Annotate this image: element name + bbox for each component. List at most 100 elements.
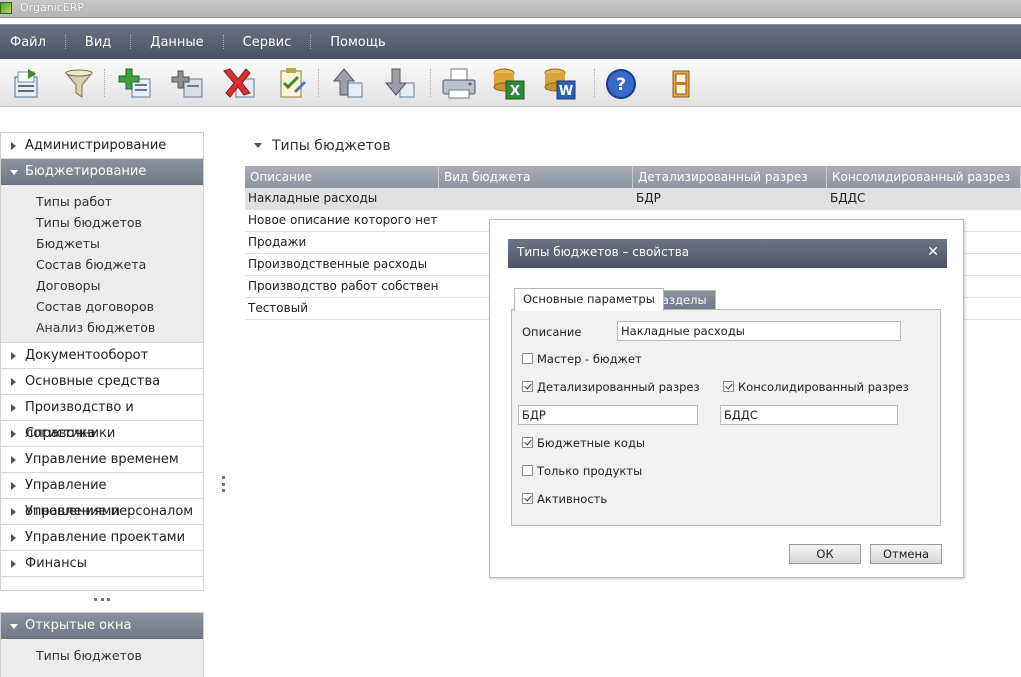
toolbar-separator bbox=[430, 69, 431, 97]
sidebar-section-time-management[interactable]: Управление временем bbox=[1, 447, 203, 473]
close-icon[interactable]: ✕ bbox=[927, 239, 939, 266]
menu-view[interactable]: Вид bbox=[76, 35, 130, 50]
column-header-consolidated-section[interactable]: Консолидированный разрез bbox=[827, 166, 1021, 188]
sidebar-section-production-logistics[interactable]: Производство и логистика bbox=[1, 395, 203, 441]
tab-panel-main-parameters: Описание Накладные расходы Мастер - бюдж… bbox=[511, 309, 941, 526]
column-header-budget-kind[interactable]: Вид бюджета bbox=[439, 166, 633, 188]
svg-text:W: W bbox=[559, 84, 573, 99]
help-icon[interactable]: ? bbox=[602, 65, 640, 103]
sidebar-item-work-types[interactable]: Типы работ bbox=[1, 191, 203, 212]
toolbar-separator bbox=[104, 69, 105, 97]
chevron-right-icon bbox=[11, 534, 16, 542]
consolidated-section-label: Консолидированный разрез bbox=[738, 380, 909, 394]
menu-separator bbox=[310, 35, 312, 49]
chevron-right-icon bbox=[11, 508, 16, 516]
description-label: Описание bbox=[522, 325, 582, 339]
move-up-icon[interactable] bbox=[330, 65, 368, 103]
detailed-section-label: Детализированный разрез bbox=[537, 380, 700, 394]
sidebar-section-document-flow[interactable]: Документооборот bbox=[1, 343, 203, 369]
activity-label: Активность bbox=[537, 492, 608, 506]
menu-separator bbox=[130, 35, 132, 49]
sidebar-section-fixed-assets[interactable]: Основные средства bbox=[1, 369, 203, 395]
detailed-section-checkbox[interactable] bbox=[522, 381, 533, 392]
menu-separator bbox=[222, 35, 224, 49]
sidebar-section-administration[interactable]: Администрирование bbox=[1, 133, 203, 159]
detailed-section-field[interactable]: БДР bbox=[518, 405, 698, 425]
sidebar-item-contracts[interactable]: Договоры bbox=[1, 275, 203, 296]
horizontal-splitter-handle[interactable] bbox=[94, 598, 110, 601]
toolbar-separator bbox=[594, 69, 595, 97]
toolbar: X W ? bbox=[0, 59, 1021, 107]
chevron-right-icon bbox=[11, 560, 16, 568]
sidebar-section-finance[interactable]: Финансы bbox=[1, 551, 203, 577]
products-only-label: Только продукты bbox=[537, 464, 643, 478]
toolbar-separator bbox=[318, 69, 319, 97]
add-icon[interactable] bbox=[116, 65, 154, 103]
edit-icon[interactable] bbox=[272, 65, 310, 103]
menu-data[interactable]: Данные bbox=[141, 35, 222, 50]
export-excel-icon[interactable]: X bbox=[490, 65, 528, 103]
open-windows-panel: Открытые окна Типы бюджетов bbox=[0, 612, 204, 677]
print-icon[interactable] bbox=[440, 65, 478, 103]
budget-codes-checkbox[interactable] bbox=[522, 437, 533, 448]
ok-button[interactable]: ОК bbox=[789, 544, 861, 564]
description-field[interactable]: Накладные расходы bbox=[617, 321, 901, 341]
svg-text:?: ? bbox=[616, 75, 626, 95]
sidebar-item-budgets[interactable]: Бюджеты bbox=[1, 233, 203, 254]
master-budget-checkbox[interactable] bbox=[522, 353, 533, 364]
chevron-down-icon bbox=[10, 170, 18, 175]
window-title: OrganicERP bbox=[20, 1, 85, 14]
vertical-splitter-handle[interactable] bbox=[222, 476, 225, 492]
column-header-description[interactable]: Описание bbox=[245, 166, 439, 188]
page-title[interactable]: Типы бюджетов bbox=[254, 138, 391, 154]
sidebar-section-personnel-management[interactable]: Управление персоналом bbox=[1, 499, 203, 525]
table-row[interactable]: Накладные расходы БДР БДДС bbox=[245, 188, 1021, 210]
tab-main-parameters[interactable]: Основные параметры bbox=[514, 288, 664, 311]
chevron-right-icon bbox=[11, 404, 16, 412]
chevron-right-icon bbox=[11, 456, 16, 464]
menu-service[interactable]: Сервис bbox=[234, 35, 311, 50]
chevron-right-icon bbox=[11, 378, 16, 386]
open-icon[interactable] bbox=[8, 65, 46, 103]
menu-file[interactable]: Файл bbox=[0, 35, 65, 50]
sidebar-item-contract-composition[interactable]: Состав договоров bbox=[1, 296, 203, 317]
budget-codes-label: Бюджетные коды bbox=[537, 436, 645, 450]
sidebar-item-budget-analysis[interactable]: Анализ бюджетов bbox=[1, 317, 203, 338]
master-budget-label: Мастер - бюджет bbox=[537, 352, 642, 366]
table-header: Описание Вид бюджета Детализированный ра… bbox=[245, 166, 1021, 188]
dialog-title-bar[interactable]: Типы бюджетов – свойства ✕ bbox=[508, 239, 947, 268]
chevron-down-icon bbox=[10, 624, 18, 629]
consolidated-section-field[interactable]: БДДС bbox=[720, 405, 898, 425]
filter-icon[interactable] bbox=[60, 65, 98, 103]
open-windows-header[interactable]: Открытые окна bbox=[1, 613, 203, 639]
collapse-triangle-icon bbox=[254, 143, 262, 148]
menu-bar: Файл Вид Данные Сервис Помощь bbox=[0, 24, 1021, 59]
sidebar-section-budgeting[interactable]: Бюджетирование bbox=[1, 159, 203, 185]
open-window-item-budget-types[interactable]: Типы бюджетов bbox=[1, 645, 203, 666]
app-logo-icon bbox=[0, 2, 12, 14]
chevron-right-icon bbox=[11, 482, 16, 490]
sidebar-item-budget-composition[interactable]: Состав бюджета bbox=[1, 254, 203, 275]
chevron-right-icon bbox=[11, 352, 16, 360]
properties-dialog: Типы бюджетов – свойства ✕ Основные пара… bbox=[489, 219, 964, 578]
activity-checkbox[interactable] bbox=[522, 493, 533, 504]
navigation-sidebar: Администрирование Бюджетирование Типы ра… bbox=[0, 132, 204, 591]
products-only-checkbox[interactable] bbox=[522, 465, 533, 476]
dialog-title: Типы бюджетов – свойства bbox=[517, 245, 690, 259]
cancel-button[interactable]: Отмена bbox=[870, 544, 942, 564]
chevron-right-icon bbox=[11, 142, 16, 150]
add-child-icon[interactable] bbox=[168, 65, 206, 103]
menu-separator bbox=[64, 35, 66, 49]
sidebar-section-relationship-management[interactable]: Управление отношениями bbox=[1, 473, 203, 519]
export-word-icon[interactable]: W bbox=[541, 65, 579, 103]
sidebar-section-project-management[interactable]: Управление проектами bbox=[1, 525, 203, 551]
delete-icon[interactable] bbox=[220, 65, 258, 103]
menu-help[interactable]: Помощь bbox=[321, 35, 404, 50]
title-bar: OrganicERP bbox=[0, 0, 1021, 18]
sidebar-section-references[interactable]: Справочники bbox=[1, 421, 203, 447]
sidebar-item-budget-types[interactable]: Типы бюджетов bbox=[1, 212, 203, 233]
column-header-detailed-section[interactable]: Детализированный разрез bbox=[633, 166, 827, 188]
move-down-icon[interactable] bbox=[382, 65, 420, 103]
exit-icon[interactable] bbox=[662, 65, 700, 103]
consolidated-section-checkbox[interactable] bbox=[723, 381, 734, 392]
